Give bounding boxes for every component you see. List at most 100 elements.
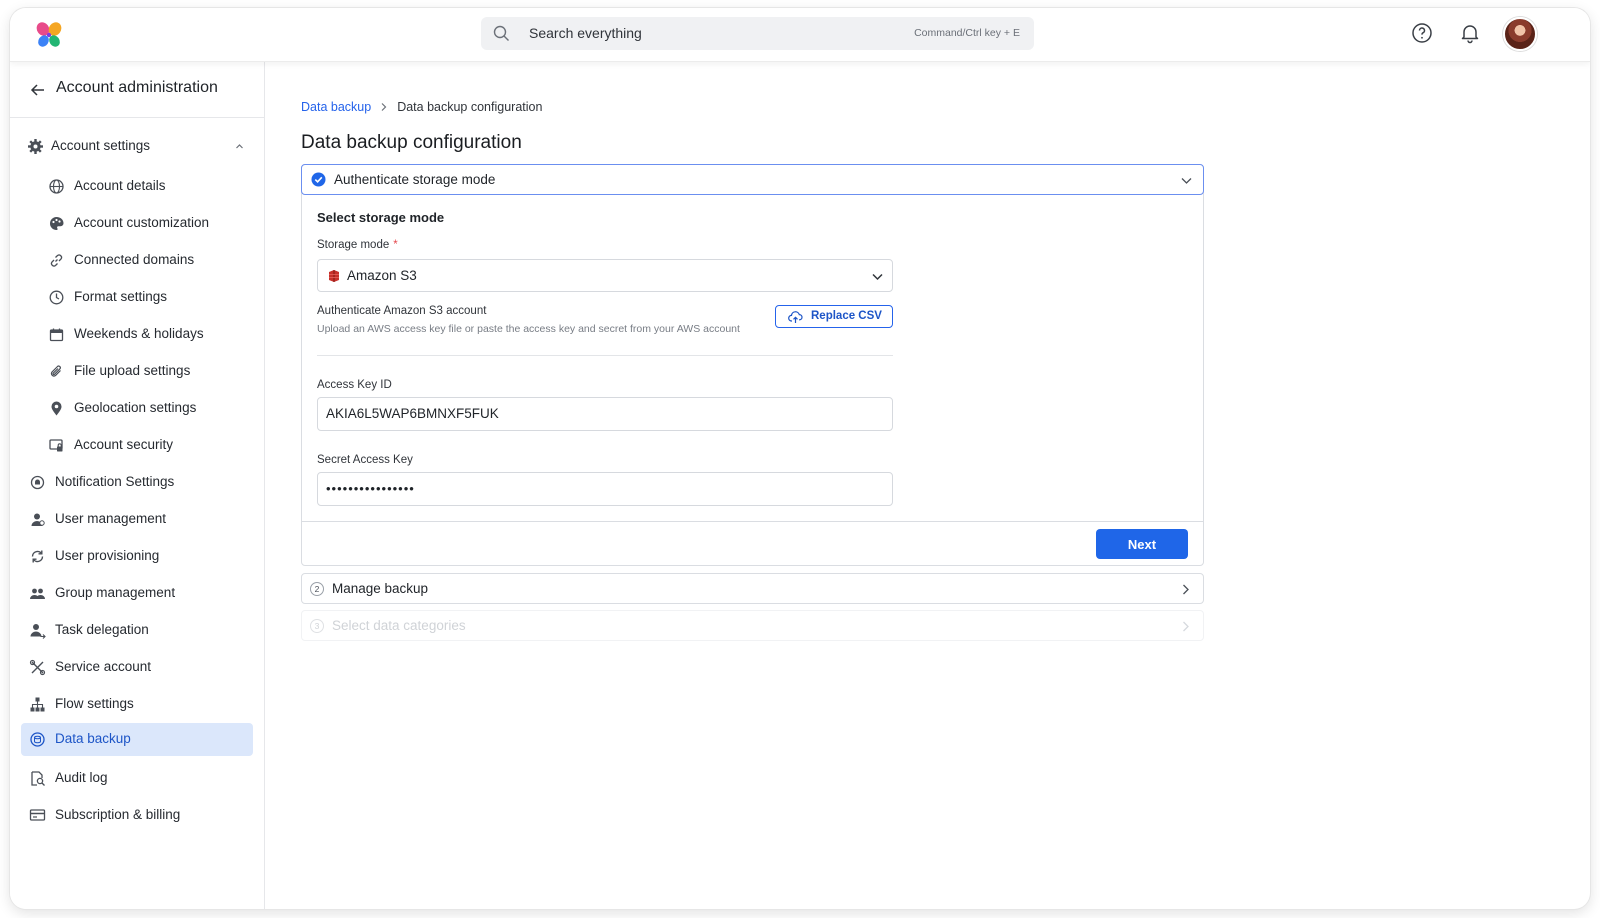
storage-mode-select[interactable]: Amazon S3 [317, 259, 893, 292]
sidebar-item-service-account[interactable]: Service account [21, 651, 253, 684]
location-pin-icon [51, 401, 62, 416]
sidebar-item-connected-domains[interactable]: Connected domains [21, 244, 253, 277]
sidebar-item-account-security[interactable]: Account security [21, 429, 253, 462]
backup-icon [30, 732, 45, 747]
sidebar-item-label: Data backup [55, 731, 131, 746]
sidebar-item-label: Notification Settings [55, 474, 175, 489]
search-icon [493, 25, 509, 41]
step-header-manage-backup[interactable]: 2 Manage backup [301, 573, 1204, 604]
sidebar-item-audit-log[interactable]: Audit log [21, 762, 253, 795]
storage-mode-label-text: Storage mode [317, 239, 390, 251]
page-title: Data backup configuration [301, 132, 522, 153]
step-header-select-data-categories: 3 Select data categories [301, 610, 1204, 641]
step-label: Authenticate storage mode [334, 172, 496, 187]
sidebar-item-label: Subscription & billing [55, 807, 181, 822]
section-title: Select storage mode [317, 210, 445, 225]
user-icon [31, 513, 45, 526]
amazon-s3-icon [329, 270, 339, 282]
chevron-down-icon [872, 273, 883, 281]
sidebar-item-format-settings[interactable]: Format settings [21, 281, 253, 314]
chevron-up-icon [236, 144, 243, 149]
sidebar-item-notification-settings[interactable]: Notification Settings [21, 466, 253, 499]
gear-icon [28, 139, 43, 154]
sidebar-item-label: Task delegation [55, 622, 149, 637]
sidebar-item-label: User provisioning [55, 548, 160, 563]
sidebar-item-flow-settings[interactable]: Flow settings [21, 688, 253, 721]
sidebar-item-label: Weekends & holidays [74, 326, 204, 341]
clock-icon [49, 290, 64, 305]
step-card-footer: Next [302, 521, 1203, 566]
replace-csv-button[interactable]: Replace CSV [775, 305, 893, 328]
delegate-icon [30, 624, 46, 639]
sidebar-item-label: Group management [55, 585, 176, 600]
audit-icon [31, 771, 45, 786]
step-number: 3 [310, 619, 324, 633]
chevron-right-icon [1183, 584, 1189, 595]
sidebar-item-task-delegation[interactable]: Task delegation [21, 614, 253, 647]
sync-icon [31, 550, 44, 563]
billing-icon [29, 809, 46, 821]
sidebar-item-label: Connected domains [74, 252, 195, 267]
sidebar-item-file-upload-settings[interactable]: File upload settings [21, 355, 253, 388]
breadcrumb-link-data-backup[interactable]: Data backup [301, 100, 371, 114]
sidebar-item-user-provisioning[interactable]: User provisioning [21, 540, 253, 573]
storage-mode-label: Storage mode * [317, 239, 398, 251]
lock-screen-icon [49, 439, 63, 452]
paperclip-icon [50, 365, 61, 377]
step-label: Select data categories [332, 618, 466, 633]
auth-title: Authenticate Amazon S3 account [317, 305, 487, 317]
search-shortcut-hint: Command/Ctrl key + E [914, 27, 1020, 39]
sidebar-item-label: Audit log [55, 770, 108, 785]
sidebar-item-label: Geolocation settings [74, 400, 197, 415]
secret-key-label: Secret Access Key [317, 454, 413, 466]
search-placeholder: Search everything [529, 25, 642, 41]
sidebar-item-account-details[interactable]: Account details [21, 170, 253, 203]
breadcrumb-current: Data backup configuration [397, 100, 543, 114]
sidebar-item-label: Format settings [74, 289, 168, 304]
check-circle-icon [311, 172, 326, 187]
sidebar-item-label: File upload settings [74, 363, 191, 378]
help-icon[interactable] [1410, 21, 1434, 45]
sidebar-item-weekends-holidays[interactable]: Weekends & holidays [21, 318, 253, 351]
auth-description: Upload an AWS access key file or paste t… [317, 323, 740, 335]
step-card-authenticate: Authenticate storage mode Select storage… [301, 164, 1204, 566]
step-header-authenticate[interactable]: Authenticate storage mode [301, 164, 1204, 195]
divider [317, 355, 893, 356]
bell-icon[interactable] [1458, 21, 1482, 45]
access-key-label: Access Key ID [317, 379, 392, 391]
app-window: Search everything Command/Ctrl key + E A… [10, 8, 1590, 909]
search-bar[interactable]: Search everything Command/Ctrl key + E [481, 17, 1034, 50]
palette-icon [50, 217, 64, 230]
hierarchy-icon [30, 697, 45, 712]
sidebar-item-user-management[interactable]: User management [21, 503, 253, 536]
sidebar-item-subscription-billing[interactable]: Subscription & billing [21, 799, 253, 832]
sidebar-item-geolocation-settings[interactable]: Geolocation settings [21, 392, 253, 425]
secret-key-input[interactable]: •••••••••••••••• [317, 472, 893, 506]
sidebar-title: Account administration [56, 79, 218, 96]
sidebar-item-group-management[interactable]: Group management [21, 577, 253, 610]
breadcrumb: Data backup Data backup configuration [301, 100, 542, 114]
next-button[interactable]: Next [1096, 529, 1188, 559]
sidebar-section-account-settings[interactable]: Account settings [21, 130, 253, 163]
sidebar-item-account-customization[interactable]: Account customization [21, 207, 253, 240]
user-avatar[interactable] [1503, 17, 1537, 51]
step-number: 2 [310, 582, 324, 596]
access-key-input[interactable]: AKIA6L5WAP6BMNXF5FUK [317, 397, 893, 431]
sidebar-item-label: Account security [74, 437, 174, 452]
back-arrow-icon[interactable] [30, 82, 46, 98]
top-bar: Search everything Command/Ctrl key + E [10, 8, 1590, 62]
required-mark: * [393, 239, 398, 251]
globe-icon [49, 179, 64, 194]
cloud-upload-icon [788, 311, 803, 323]
notification-icon [30, 475, 45, 490]
sidebar-item-label: Account details [74, 178, 166, 193]
sidebar-header: Account administration [10, 62, 265, 118]
sidebar-item-label: Flow settings [55, 696, 134, 711]
step-label: Manage backup [332, 581, 429, 596]
sidebar: Account administration Account settings [10, 62, 265, 909]
sidebar-item-data-backup[interactable]: Data backup [21, 723, 253, 756]
app-logo-icon[interactable] [34, 20, 64, 50]
sidebar-section-label: Account settings [51, 138, 151, 153]
main-content: Data backup Data backup configuration Dat… [266, 62, 1590, 909]
group-icon [30, 588, 45, 599]
